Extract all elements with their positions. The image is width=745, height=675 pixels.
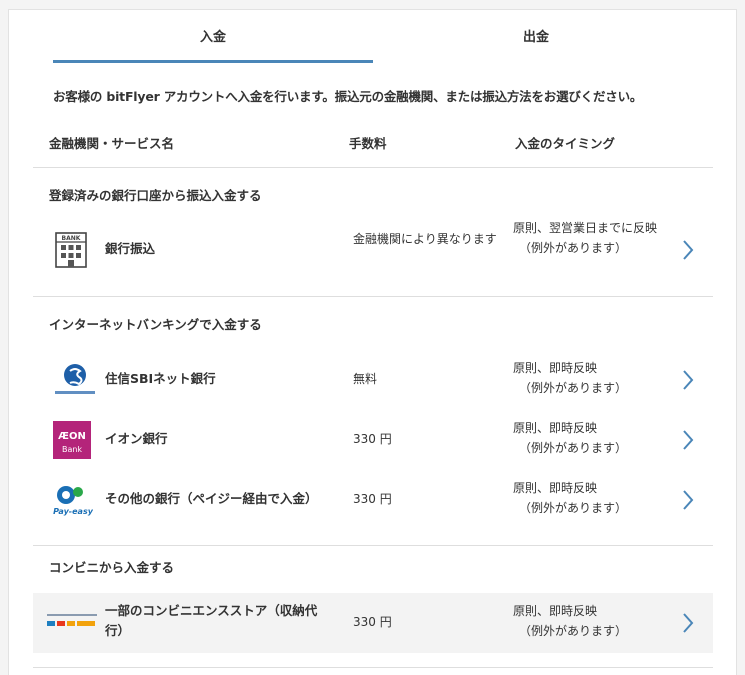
method-row-convenience[interactable]: 一部のコンビニエンスストア（収納代行） 330 円 原則、即時反映 （例外があり… bbox=[33, 593, 713, 653]
method-fee: 330 円 bbox=[353, 432, 392, 446]
timing-note: （例外があります） bbox=[519, 241, 628, 255]
method-timing: 原則、即時反映 （例外があります） bbox=[513, 478, 673, 518]
aeon-logo-subtext: Bank bbox=[62, 445, 82, 454]
timing-note: （例外があります） bbox=[519, 501, 628, 515]
payeasy-logo-icon: Pay-easy bbox=[53, 481, 93, 521]
section-title-convenience: コンビニから入金する bbox=[49, 560, 175, 575]
section-title-netbank: インターネットバンキングで入金する bbox=[49, 317, 262, 332]
column-header-name: 金融機関・サービス名 bbox=[49, 136, 175, 151]
timing-note: （例外があります） bbox=[519, 441, 628, 455]
method-timing: 原則、即時反映 （例外があります） bbox=[513, 358, 673, 398]
method-name: 一部のコンビニエンスストア（収納代行） bbox=[105, 603, 318, 638]
deposit-panel: 入金 出金 お客様の bitFlyer アカウントへ入金を行います。振込元の金融… bbox=[8, 9, 737, 675]
convenience-stores-logo-icon bbox=[47, 613, 97, 631]
active-tab-indicator bbox=[53, 60, 373, 63]
method-timing: 原則、即時反映 （例外があります） bbox=[513, 418, 673, 458]
payeasy-logo-text: Pay-easy bbox=[53, 507, 93, 516]
timing-note: （例外があります） bbox=[519, 624, 628, 638]
tab-bar: 入金 出金 bbox=[53, 10, 699, 62]
timing-primary: 原則、即時反映 bbox=[513, 481, 598, 495]
bank-building-icon: BANK bbox=[53, 230, 89, 270]
divider bbox=[33, 667, 713, 668]
method-row-sbi[interactable]: 住信SBIネット銀行 無料 原則、即時反映 （例外があります） bbox=[33, 355, 713, 405]
method-fee: 330 円 bbox=[353, 492, 392, 506]
chevron-right-icon[interactable] bbox=[681, 369, 695, 391]
method-row-aeon[interactable]: ÆON Bank イオン銀行 330 円 原則、即時反映 （例外があります） bbox=[33, 415, 713, 465]
timing-primary: 原則、即時反映 bbox=[513, 421, 598, 435]
aeon-bank-logo-icon: ÆON Bank bbox=[53, 421, 91, 459]
timing-primary: 原則、翌営業日までに反映 bbox=[513, 221, 658, 235]
tab-withdraw[interactable]: 出金 bbox=[373, 10, 699, 62]
chevron-right-icon[interactable] bbox=[681, 429, 695, 451]
chevron-right-icon[interactable] bbox=[681, 489, 695, 511]
timing-primary: 原則、即時反映 bbox=[513, 604, 598, 618]
tab-deposit[interactable]: 入金 bbox=[53, 10, 373, 62]
bank-logo-text: BANK bbox=[62, 235, 81, 242]
method-name: イオン銀行 bbox=[105, 431, 168, 446]
method-name: 銀行振込 bbox=[105, 241, 156, 256]
section-title-registered: 登録済みの銀行口座から振込入金する bbox=[49, 188, 262, 203]
column-header-timing: 入金のタイミング bbox=[515, 136, 616, 151]
method-fee: 330 円 bbox=[353, 615, 392, 629]
column-header-fee: 手数料 bbox=[349, 136, 387, 151]
aeon-logo-text: ÆON bbox=[58, 431, 86, 442]
method-row-bank-transfer[interactable]: BANK 銀行振込 金融機関により異なります 原則、翌営業日までに反映 （例外が… bbox=[33, 215, 713, 285]
timing-note: （例外があります） bbox=[519, 381, 628, 395]
method-fee: 無料 bbox=[353, 372, 378, 386]
method-timing: 原則、即時反映 （例外があります） bbox=[513, 601, 673, 641]
divider bbox=[33, 167, 713, 168]
timing-primary: 原則、即時反映 bbox=[513, 361, 598, 375]
chevron-right-icon[interactable] bbox=[681, 239, 695, 261]
method-name: その他の銀行（ペイジー経由で入金） bbox=[105, 491, 318, 506]
intro-text: お客様の bitFlyer アカウントへ入金を行います。振込元の金融機関、または… bbox=[53, 89, 643, 104]
divider bbox=[33, 545, 713, 546]
divider bbox=[33, 296, 713, 297]
method-timing: 原則、翌営業日までに反映 （例外があります） bbox=[513, 218, 673, 258]
sbi-bank-logo-icon bbox=[53, 361, 97, 399]
chevron-right-icon[interactable] bbox=[681, 612, 695, 634]
method-name: 住信SBIネット銀行 bbox=[105, 371, 216, 386]
method-fee: 金融機関により異なります bbox=[353, 232, 497, 246]
method-row-payeasy[interactable]: Pay-easy その他の銀行（ペイジー経由で入金） 330 円 原則、即時反映… bbox=[33, 475, 713, 527]
